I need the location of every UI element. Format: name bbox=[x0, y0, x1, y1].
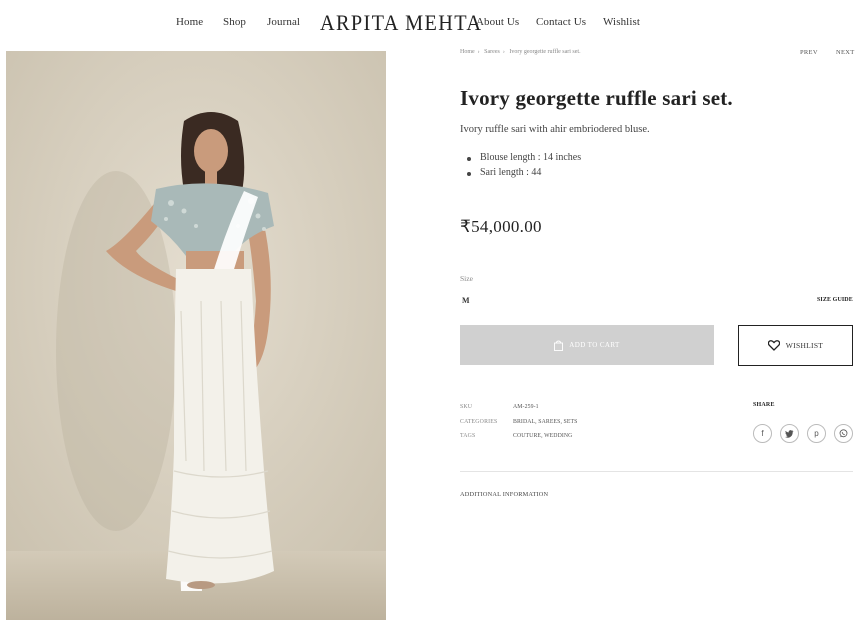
size-guide-link[interactable]: SIZE GUIDE bbox=[817, 297, 853, 303]
section-divider bbox=[460, 471, 853, 472]
heart-icon bbox=[767, 340, 780, 351]
additional-information-tab[interactable]: ADDITIONAL INFORMATION bbox=[460, 491, 548, 498]
product-description: Ivory ruffle sari with ahir embriodered … bbox=[460, 124, 650, 135]
product-specs: Blouse length : 14 inches Sari length : … bbox=[466, 152, 581, 182]
size-label: Size bbox=[460, 274, 473, 283]
tags-value[interactable]: COUTURE, WEDDING bbox=[513, 433, 572, 439]
nav-about-link[interactable]: About Us bbox=[476, 16, 519, 28]
breadcrumb: Home › Sarees › Ivory georgette ruffle sar… bbox=[460, 49, 584, 55]
product-title: Ivory georgette ruffle sari set. bbox=[460, 86, 733, 110]
facebook-icon[interactable]: f bbox=[753, 424, 772, 443]
prev-link[interactable]: PREV bbox=[800, 49, 818, 56]
nav-home-link[interactable]: Home bbox=[176, 16, 203, 28]
categories-value[interactable]: BRIDAL, SAREES, SETS bbox=[513, 419, 578, 425]
sku-label: SKU bbox=[460, 404, 473, 410]
size-option-m[interactable]: M bbox=[462, 296, 470, 305]
breadcrumb-sarees[interactable]: Sarees bbox=[484, 49, 500, 55]
tags-label: TAGS bbox=[460, 433, 476, 439]
nav-shop-link[interactable]: Shop bbox=[223, 16, 246, 28]
categories-label: CATEGORIES bbox=[460, 419, 498, 425]
twitter-bird-glyph bbox=[785, 429, 794, 438]
whatsapp-glyph bbox=[839, 429, 848, 438]
nav-journal-link[interactable]: Journal bbox=[267, 16, 300, 28]
breadcrumb-separator-icon: › bbox=[477, 49, 480, 55]
breadcrumb-current: Ivory georgette ruffle sari set. bbox=[509, 49, 581, 55]
top-navigation: Home Shop Journal ARPITA MEHTA About Us … bbox=[0, 0, 858, 48]
share-label: SHARE bbox=[753, 402, 775, 408]
wishlist-label: WISHLIST bbox=[785, 341, 824, 350]
whatsapp-icon[interactable] bbox=[834, 424, 853, 443]
breadcrumb-separator-icon: › bbox=[502, 49, 505, 55]
product-image[interactable] bbox=[6, 51, 386, 620]
twitter-icon[interactable] bbox=[780, 424, 799, 443]
pinterest-icon[interactable]: p bbox=[807, 424, 826, 443]
add-to-cart-label: ADD TO CART bbox=[569, 341, 620, 349]
product-photo-illustration bbox=[6, 51, 386, 620]
spec-item: Sari length : 44 bbox=[466, 167, 581, 182]
add-to-cart-button[interactable]: ADD TO CART bbox=[460, 325, 714, 365]
breadcrumb-home[interactable]: Home bbox=[460, 49, 475, 55]
wishlist-button[interactable]: WISHLIST bbox=[738, 325, 853, 366]
sku-value: AM-259-1 bbox=[513, 404, 539, 410]
shopping-bag-icon bbox=[554, 340, 564, 351]
nav-wishlist-link[interactable]: Wishlist bbox=[603, 16, 640, 28]
brand-logo[interactable]: ARPITA MEHTA bbox=[320, 10, 482, 36]
product-price: ₹54,000.00 bbox=[460, 217, 542, 236]
next-link[interactable]: NEXT bbox=[836, 49, 855, 56]
nav-contact-link[interactable]: Contact Us bbox=[536, 16, 586, 28]
spec-item: Blouse length : 14 inches bbox=[466, 152, 581, 167]
